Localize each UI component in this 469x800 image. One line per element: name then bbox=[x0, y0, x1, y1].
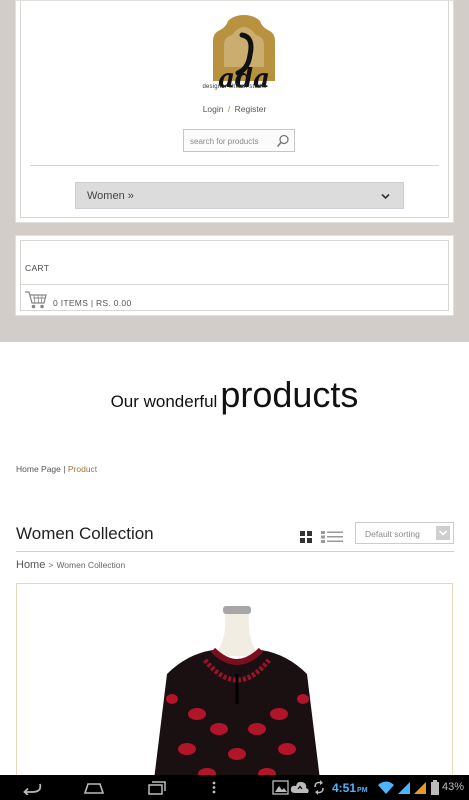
breadcrumb-current: Product bbox=[67, 464, 98, 474]
cart-summary[interactable]: 0 ITEMS | RS. 0.00 bbox=[53, 298, 131, 308]
brand-logo[interactable]: ada bbox=[204, 15, 284, 95]
overflow-menu-icon[interactable] bbox=[210, 780, 218, 795]
collection-breadcrumb-separator: > bbox=[48, 560, 54, 570]
product-card[interactable] bbox=[16, 583, 453, 800]
collection-breadcrumb-current: Women Collection bbox=[56, 560, 126, 570]
header-card: ada designer chikan studio Login / Regis… bbox=[15, 0, 454, 223]
chevron-down-icon bbox=[381, 193, 390, 200]
collection-title: Women Collection bbox=[16, 524, 154, 543]
status-time: 4:51 bbox=[332, 781, 357, 795]
logo-caption: designer chikan studio bbox=[202, 84, 267, 90]
shopping-cart-icon[interactable] bbox=[24, 290, 48, 310]
collection-breadcrumb-home-link[interactable]: Home bbox=[16, 559, 45, 571]
chevron-down-icon bbox=[438, 530, 448, 536]
page-heading: Our wonderfulproducts bbox=[0, 374, 469, 416]
grid-view-icon[interactable] bbox=[300, 531, 312, 543]
status-ampm: PM bbox=[357, 787, 368, 794]
search-box bbox=[183, 129, 295, 152]
home-icon[interactable] bbox=[82, 780, 106, 795]
gallery-notification-icon bbox=[272, 780, 289, 795]
breadcrumb-home-link[interactable]: Home Page bbox=[16, 464, 61, 474]
breadcrumb-separator: | bbox=[63, 464, 66, 474]
wifi-icon bbox=[378, 781, 394, 794]
collection-breadcrumb: Home > Women Collection bbox=[16, 559, 125, 571]
back-icon[interactable] bbox=[20, 780, 44, 795]
collection-divider bbox=[16, 551, 454, 552]
heading-small: Our wonderful bbox=[110, 392, 218, 411]
battery-percentage: 43% bbox=[442, 781, 465, 793]
breadcrumb: Home Page | Product bbox=[16, 464, 97, 474]
sort-select[interactable]: Default sorting bbox=[355, 522, 454, 544]
cart-card: CART 0 ITEMS | RS. 0.00 bbox=[15, 235, 454, 316]
sync-icon bbox=[314, 780, 324, 795]
cart-divider bbox=[21, 284, 448, 285]
cart-title: CART bbox=[25, 263, 50, 273]
search-icon[interactable] bbox=[276, 134, 290, 148]
cloud-upload-icon bbox=[290, 781, 309, 793]
register-link[interactable]: Register bbox=[235, 104, 267, 114]
auth-links: Login / Register bbox=[21, 104, 448, 114]
sort-select-value: Default sorting bbox=[365, 529, 420, 539]
status-clock: 4:51PM bbox=[332, 781, 368, 795]
system-navigation-bar: 4:51PM 43% bbox=[0, 775, 469, 800]
category-menu-label: Women » bbox=[87, 190, 134, 202]
auth-separator: / bbox=[227, 104, 231, 114]
heading-big: products bbox=[220, 374, 359, 415]
category-menu-dropdown[interactable]: Women » bbox=[75, 182, 404, 209]
signal-icon bbox=[398, 782, 410, 794]
battery-icon bbox=[431, 780, 439, 795]
header-divider bbox=[30, 165, 439, 166]
recent-apps-icon[interactable] bbox=[144, 780, 168, 795]
header-inner: ada designer chikan studio Login / Regis… bbox=[20, 1, 449, 218]
search-input[interactable] bbox=[190, 134, 274, 148]
sort-dropdown-arrow bbox=[436, 526, 450, 540]
product-image[interactable] bbox=[127, 604, 347, 800]
login-link[interactable]: Login bbox=[203, 104, 224, 114]
screen: ada designer chikan studio Login / Regis… bbox=[0, 0, 469, 800]
list-view-icon[interactable] bbox=[321, 531, 343, 543]
cart-inner: CART 0 ITEMS | RS. 0.00 bbox=[20, 240, 449, 311]
signal-secondary-icon bbox=[414, 782, 426, 794]
